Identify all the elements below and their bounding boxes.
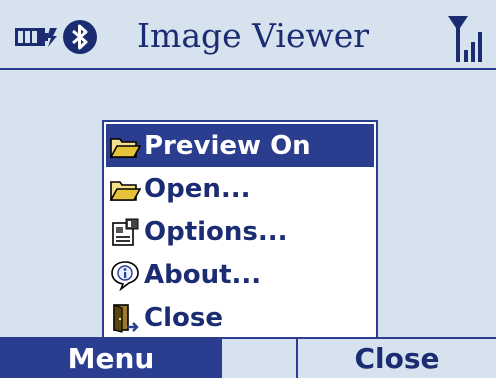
menu-item-about[interactable]: About...: [106, 253, 374, 296]
options-icon: [112, 218, 139, 246]
menu-item-open[interactable]: Open...: [106, 167, 374, 210]
menu-item-label: Preview On: [144, 130, 311, 161]
battery-charging-icon: [15, 28, 57, 47]
open-folder-icon: [109, 137, 141, 158]
right-softkey-close[interactable]: Close: [298, 339, 496, 378]
menu-item-label: Close: [144, 302, 223, 333]
bluetooth-icon: [63, 20, 97, 54]
title-bar: Image Viewer: [0, 0, 496, 70]
menu-item-label: Open...: [144, 173, 251, 204]
info-icon: [111, 260, 139, 291]
softkey-bar: Menu Close: [0, 337, 496, 378]
menu-item-preview-on[interactable]: Preview On: [106, 124, 374, 167]
menu-item-label: About...: [144, 259, 262, 290]
menu-item-label: Options...: [144, 216, 288, 247]
menu-item-close[interactable]: Close: [106, 296, 374, 339]
center-softkey[interactable]: [222, 339, 298, 378]
left-softkey-menu[interactable]: Menu: [0, 339, 222, 378]
popup-menu: Preview On Open... Options... About... C…: [102, 120, 378, 342]
exit-door-icon: [113, 303, 139, 333]
menu-item-options[interactable]: Options...: [106, 210, 374, 253]
open-folder-icon: [109, 180, 141, 201]
signal-strength-icon: [448, 16, 482, 62]
app-title: Image Viewer: [137, 16, 370, 55]
